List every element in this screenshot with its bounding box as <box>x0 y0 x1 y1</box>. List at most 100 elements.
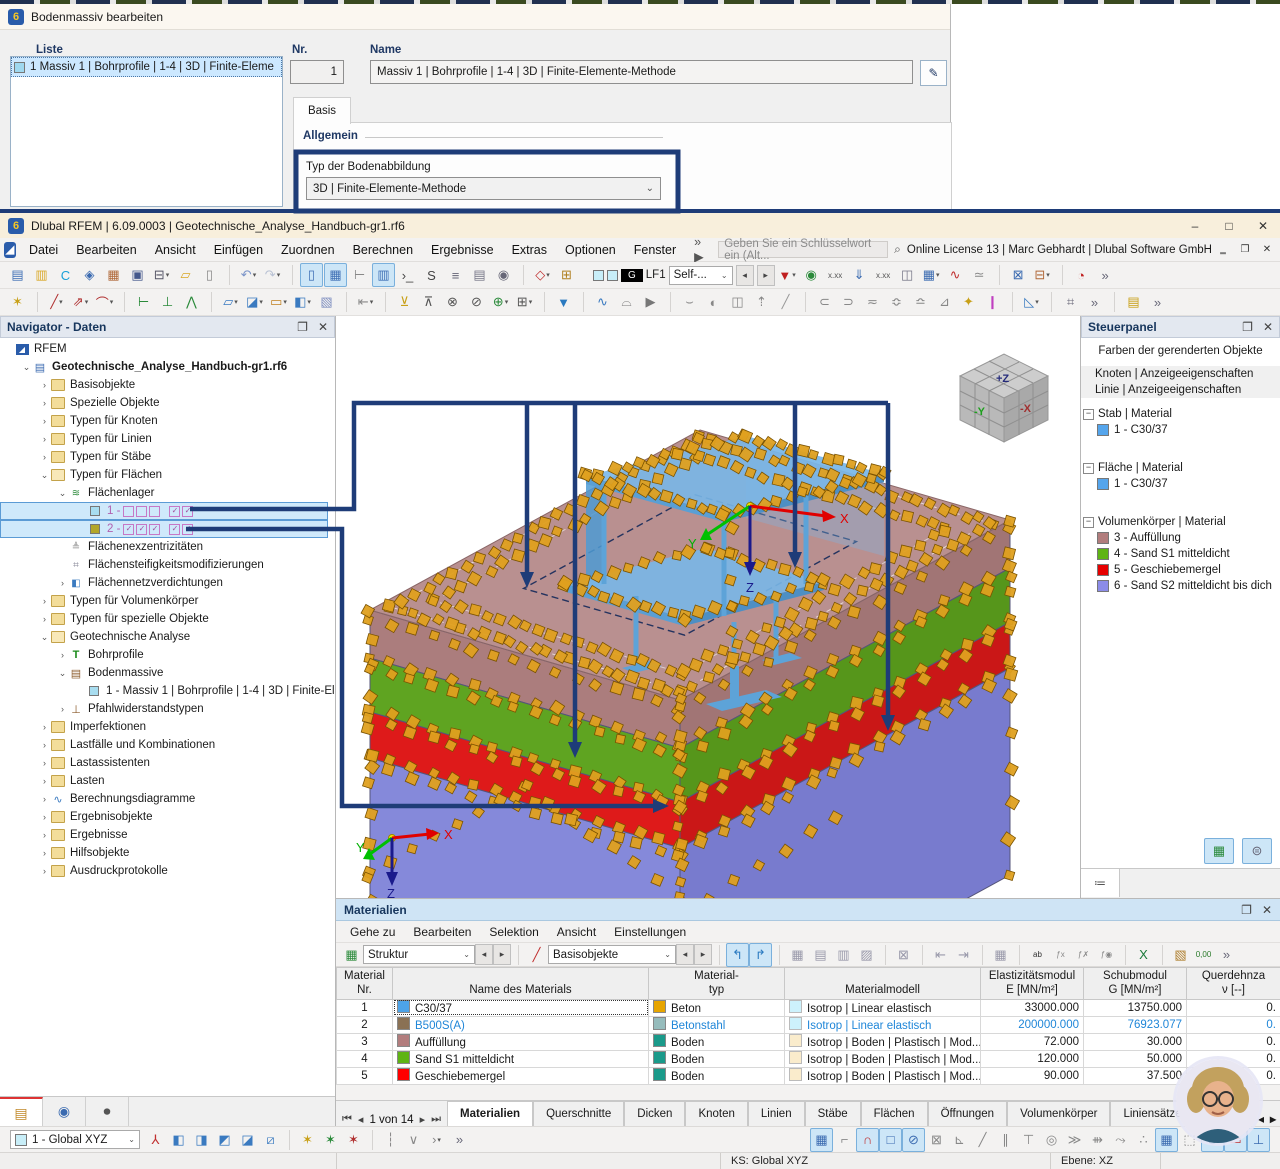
navigator-tab-views[interactable]: ⏺ <box>86 1097 129 1126</box>
project-image-icon[interactable]: ▦ <box>102 263 125 287</box>
expand-arrow-icon[interactable]: › <box>38 794 51 804</box>
table-view-icon[interactable]: ▦ <box>786 943 809 967</box>
menu-zuordnen[interactable]: Zuordnen <box>272 243 344 257</box>
nr-field[interactable]: 1 <box>290 60 344 84</box>
plane-offset-icon[interactable]: ⧄ <box>259 1128 282 1152</box>
close-panel-icon[interactable]: ✕ <box>318 320 328 334</box>
deformation-icon[interactable]: ⌣ <box>678 290 701 314</box>
table-tab-querschnitte[interactable]: Querschnitte <box>533 1101 625 1126</box>
display-checkbox[interactable]: ✓ <box>123 523 135 535</box>
table-tab-knoten[interactable]: Knoten <box>685 1101 748 1126</box>
table-tab-materialien[interactable]: Materialien <box>447 1101 534 1126</box>
mat-menu-selektion[interactable]: Selektion <box>481 925 546 939</box>
next-lc-button[interactable]: ▸ <box>756 264 775 286</box>
edge-tool-6-icon[interactable]: ⊿ <box>933 290 956 314</box>
close-panel-icon[interactable]: ✕ <box>1263 320 1273 334</box>
move-first-icon[interactable]: ⇤ <box>929 943 952 967</box>
table-tab-öffnungen[interactable]: Öffnungen <box>927 1101 1008 1126</box>
menu-overflow[interactable]: » ▶ <box>685 235 718 264</box>
table-tab-dicken[interactable]: Dicken <box>624 1101 686 1126</box>
delete-row-icon[interactable]: ⊠ <box>892 943 915 967</box>
legend-item[interactable]: 1 - C30/37 <box>1081 476 1280 492</box>
menu-fenster[interactable]: Fenster <box>625 243 685 257</box>
print-icon[interactable]: ⊟ ▾ <box>150 263 173 287</box>
panel-tab-colors[interactable]: ≔ <box>1081 869 1120 897</box>
tree-item-ergebnisse[interactable]: › Ergebnisse <box>0 826 335 844</box>
overflow-bt-icon[interactable]: » <box>448 1128 471 1152</box>
navigator-tab-data[interactable]: ▤ <box>0 1097 43 1128</box>
script-icon[interactable]: S <box>420 263 443 287</box>
expand-arrow-icon[interactable]: › <box>38 812 51 822</box>
expand-arrow-icon[interactable]: › <box>38 434 51 444</box>
import-table-icon[interactable]: ▧ <box>1169 943 1192 967</box>
insert-rib-icon[interactable]: ⋀ <box>180 290 203 314</box>
fit-table-icon[interactable]: ▦ <box>989 943 1012 967</box>
materials-panel-header[interactable]: Materialien ❐ ✕ <box>336 899 1280 921</box>
material-row-4[interactable]: 4 Sand S1 mitteldicht Boden Isotrop | Boden… <box>336 1049 1280 1068</box>
fx-icon[interactable]: ƒx <box>1049 943 1072 967</box>
visibility-filter-icon[interactable]: ▼ ▾ <box>776 263 799 287</box>
display-checkbox[interactable]: ✓ <box>169 523 181 535</box>
grid-snap-1-icon[interactable]: ✶ <box>296 1128 319 1152</box>
tree-item-imperfektionen[interactable]: › Imperfektionen <box>0 718 335 736</box>
pin-icon[interactable]: ❙ <box>981 290 1004 314</box>
legend-item[interactable]: 3 - Auffüllung <box>1081 530 1280 546</box>
mat-menu-einstellungen[interactable]: Einstellungen <box>606 925 694 939</box>
support-node-icon[interactable]: ⊻ <box>393 290 416 314</box>
menu-einfügen[interactable]: Einfügen <box>205 243 272 257</box>
massive-list-item[interactable]: 1 Massiv 1 | Bohrprofile | 1-4 | 3D | Fi… <box>11 57 282 77</box>
mdi-minimize-button[interactable]: ‗ <box>1212 242 1234 258</box>
legend-item[interactable]: 1 - C30/37 <box>1081 422 1280 438</box>
display-checkbox[interactable]: ✓ <box>149 523 161 535</box>
legend-row-linie[interactable]: Linie | Anzeigeeigenschaften <box>1081 382 1280 398</box>
work-plane-icon[interactable]: ⅄ <box>144 1128 167 1152</box>
edge-tool-3-icon[interactable]: ≂ <box>861 290 884 314</box>
navigator-toggle-icon[interactable]: ▯ <box>300 263 323 287</box>
mat-menu-gehe-zu[interactable]: Gehe zu <box>342 925 403 939</box>
section-polygon-icon[interactable]: ◇ ▾ <box>531 263 554 287</box>
column-header[interactable]: Material-typ <box>648 967 785 1000</box>
table-tab-linien[interactable]: Linien <box>747 1101 805 1126</box>
decimal-places-icon[interactable]: 0,00 <box>1192 943 1215 967</box>
legend-row-knoten[interactable]: Knoten | Anzeigeeigenschaften <box>1081 366 1280 382</box>
tree-item-rfem[interactable]: ◢ RFEM <box>0 340 335 358</box>
last-table-icon[interactable]: ⏭ <box>431 1113 441 1126</box>
tree-item-lastf-lle-und-kombinationen[interactable]: › Lastfälle und Kombinationen <box>0 736 335 754</box>
expand-arrow-icon[interactable]: › <box>56 650 69 660</box>
excel-export-icon[interactable]: X <box>1132 943 1155 967</box>
tabs-scroll-left-icon[interactable]: ◂ <box>1258 1112 1264 1126</box>
result-steps-icon[interactable]: ≃ <box>968 263 991 287</box>
tree-item-fl-chenexzentrizit-ten[interactable]: ≜ Flächenexzentrizitäten <box>0 538 335 556</box>
column-header[interactable]: Elastizitätsmodul E [MN/m²] <box>980 967 1084 1000</box>
values-icon[interactable]: x.xx <box>824 263 847 287</box>
tree-item-geotechnische-analyse[interactable]: ⌄ Geotechnische Analyse <box>0 628 335 646</box>
menu-bearbeiten[interactable]: Bearbeiten <box>67 243 145 257</box>
slope-icon[interactable]: ╱ <box>774 290 797 314</box>
relation-down-icon[interactable]: ↱ <box>749 942 772 967</box>
column-header[interactable]: Schubmodul G [MN/m²] <box>1083 967 1187 1000</box>
plane-xz-icon[interactable]: ◩ <box>213 1128 236 1152</box>
table-category-select[interactable]: Basisobjekte ⌄ <box>548 945 676 964</box>
tree-item-bodenmassive[interactable]: ⌄ ▤ Bodenmassive <box>0 664 335 682</box>
table-mode-icon[interactable]: ▦ ▾ <box>920 263 943 287</box>
tabs-scroll-right-icon[interactable]: ▸ <box>1270 1112 1276 1126</box>
expand-arrow-icon[interactable]: › <box>38 848 51 858</box>
expand-arrow-icon[interactable]: › <box>38 380 51 390</box>
expand-arrow-icon[interactable]: › <box>38 452 51 462</box>
rename-icon[interactable]: ab <box>1026 943 1049 967</box>
insert-solid-icon[interactable]: ◧ ▾ <box>291 290 314 314</box>
insert-beam-icon[interactable]: ⊥ <box>156 290 179 314</box>
snap-perp-icon[interactable]: ⊤ <box>1017 1128 1040 1152</box>
display-checkbox[interactable]: ✓ <box>182 523 194 535</box>
mdi-restore-button[interactable]: ❐ <box>1234 242 1256 258</box>
spotlight-icon[interactable]: ◉ <box>492 263 515 287</box>
legend-item[interactable]: 6 - Sand S2 mitteldicht bis dich <box>1081 578 1280 594</box>
plane-xy-icon[interactable]: ◧ <box>167 1128 190 1152</box>
panel-export-button[interactable]: ⊜ <box>1242 838 1272 864</box>
display-checkbox[interactable] <box>123 505 135 517</box>
insert-surface-icon[interactable]: ▱ ▾ <box>219 290 242 314</box>
column-header[interactable]: Material Nr. <box>336 967 393 1000</box>
filter-view-icon[interactable]: ▼ <box>552 290 575 314</box>
tree-item-lasten[interactable]: › Lasten <box>0 772 335 790</box>
next-table-button[interactable]: ▸ <box>493 944 511 965</box>
